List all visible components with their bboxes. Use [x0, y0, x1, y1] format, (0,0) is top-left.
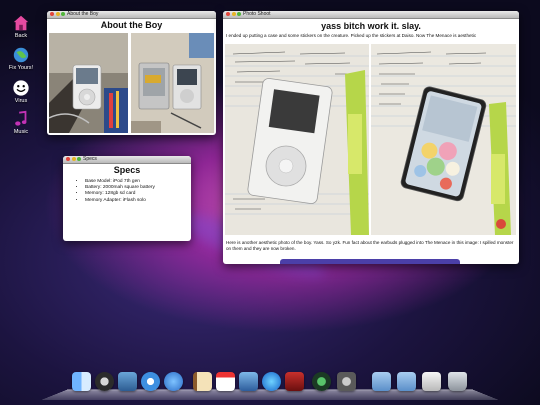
desktop-icon-back[interactable]: Back: [4, 14, 38, 39]
documents-folder-icon[interactable]: [397, 372, 416, 391]
close-button[interactable]: [66, 157, 70, 161]
desktop-icon-label: Fix Yours!: [8, 65, 34, 71]
desktop-icon-virus[interactable]: Virus: [4, 79, 38, 104]
photo-ipod-desk: [49, 33, 128, 133]
preview-icon[interactable]: [118, 372, 137, 391]
intro-text: I ended up putting a case and some stick…: [226, 33, 477, 38]
specs-list: Base Model: iPod 7th gen Battery: 2000ma…: [63, 179, 191, 204]
ichat-icon[interactable]: [164, 372, 183, 391]
desktop-icon-label: Music: [13, 129, 29, 135]
list-item: Memory Adapter: iFlash solo: [85, 198, 191, 204]
photo-ipod-opened: [131, 33, 214, 133]
safari-icon[interactable]: [141, 372, 160, 391]
address-book-icon[interactable]: [193, 372, 212, 391]
close-button[interactable]: [226, 12, 230, 16]
window-photo-shoot[interactable]: Photo Shoot yass bitch work it. slay. I …: [223, 11, 519, 264]
zoom-button[interactable]: [237, 12, 241, 16]
trash-icon[interactable]: [448, 372, 467, 391]
time-machine-icon[interactable]: [312, 372, 331, 391]
window-title: About the Boy: [67, 11, 99, 17]
accent-bar: [280, 259, 460, 264]
downloads-stack-icon[interactable]: [422, 372, 441, 391]
photo-ipod-stickers: [371, 44, 516, 235]
desktop-icon-fix-yours[interactable]: Fix Yours!: [4, 46, 38, 71]
itunes-icon[interactable]: [262, 372, 281, 391]
window-specs[interactable]: Specs Specs Base Model: iPod 7th gen Bat…: [63, 156, 191, 241]
zoom-button[interactable]: [77, 157, 81, 161]
ical-icon[interactable]: [216, 372, 235, 391]
photo-ipod-notebook: [225, 44, 369, 235]
system-preferences-icon[interactable]: [337, 372, 356, 391]
window-titlebar[interactable]: About the Boy: [47, 11, 216, 19]
window-titlebar[interactable]: Photo Shoot: [223, 11, 519, 19]
close-button[interactable]: [50, 12, 54, 16]
house-icon: [13, 15, 29, 31]
dock-shelf: [40, 389, 500, 401]
window-title: Specs: [83, 156, 97, 162]
smiley-icon: [13, 80, 29, 96]
window-about-the-boy[interactable]: About the Boy About the Boy: [47, 11, 216, 135]
desktop-icon-music[interactable]: Music: [4, 110, 38, 135]
page-title: About the Boy: [100, 20, 163, 30]
desktop-icon-label: Back: [14, 33, 28, 39]
photo-booth-icon[interactable]: [285, 372, 304, 391]
zoom-button[interactable]: [61, 12, 65, 16]
page-title: Specs: [113, 165, 141, 175]
ipod-icon[interactable]: [95, 372, 114, 391]
page-title: yass bitch work it. slay.: [321, 21, 421, 31]
window-titlebar[interactable]: Specs: [63, 156, 191, 164]
desktop-icon-label: Virus: [14, 98, 28, 104]
music-note-icon: [15, 110, 27, 126]
minimize-button[interactable]: [55, 12, 60, 16]
caption-text: Here is another aesthetic photo of the b…: [226, 240, 514, 251]
finder-icon[interactable]: [72, 372, 91, 391]
globe-icon: [13, 47, 29, 63]
minimize-button[interactable]: [71, 157, 76, 161]
minimize-button[interactable]: [231, 12, 236, 16]
applications-folder-icon[interactable]: [372, 372, 391, 391]
iphoto-icon[interactable]: [239, 372, 258, 391]
window-title: Photo Shoot: [243, 11, 271, 17]
